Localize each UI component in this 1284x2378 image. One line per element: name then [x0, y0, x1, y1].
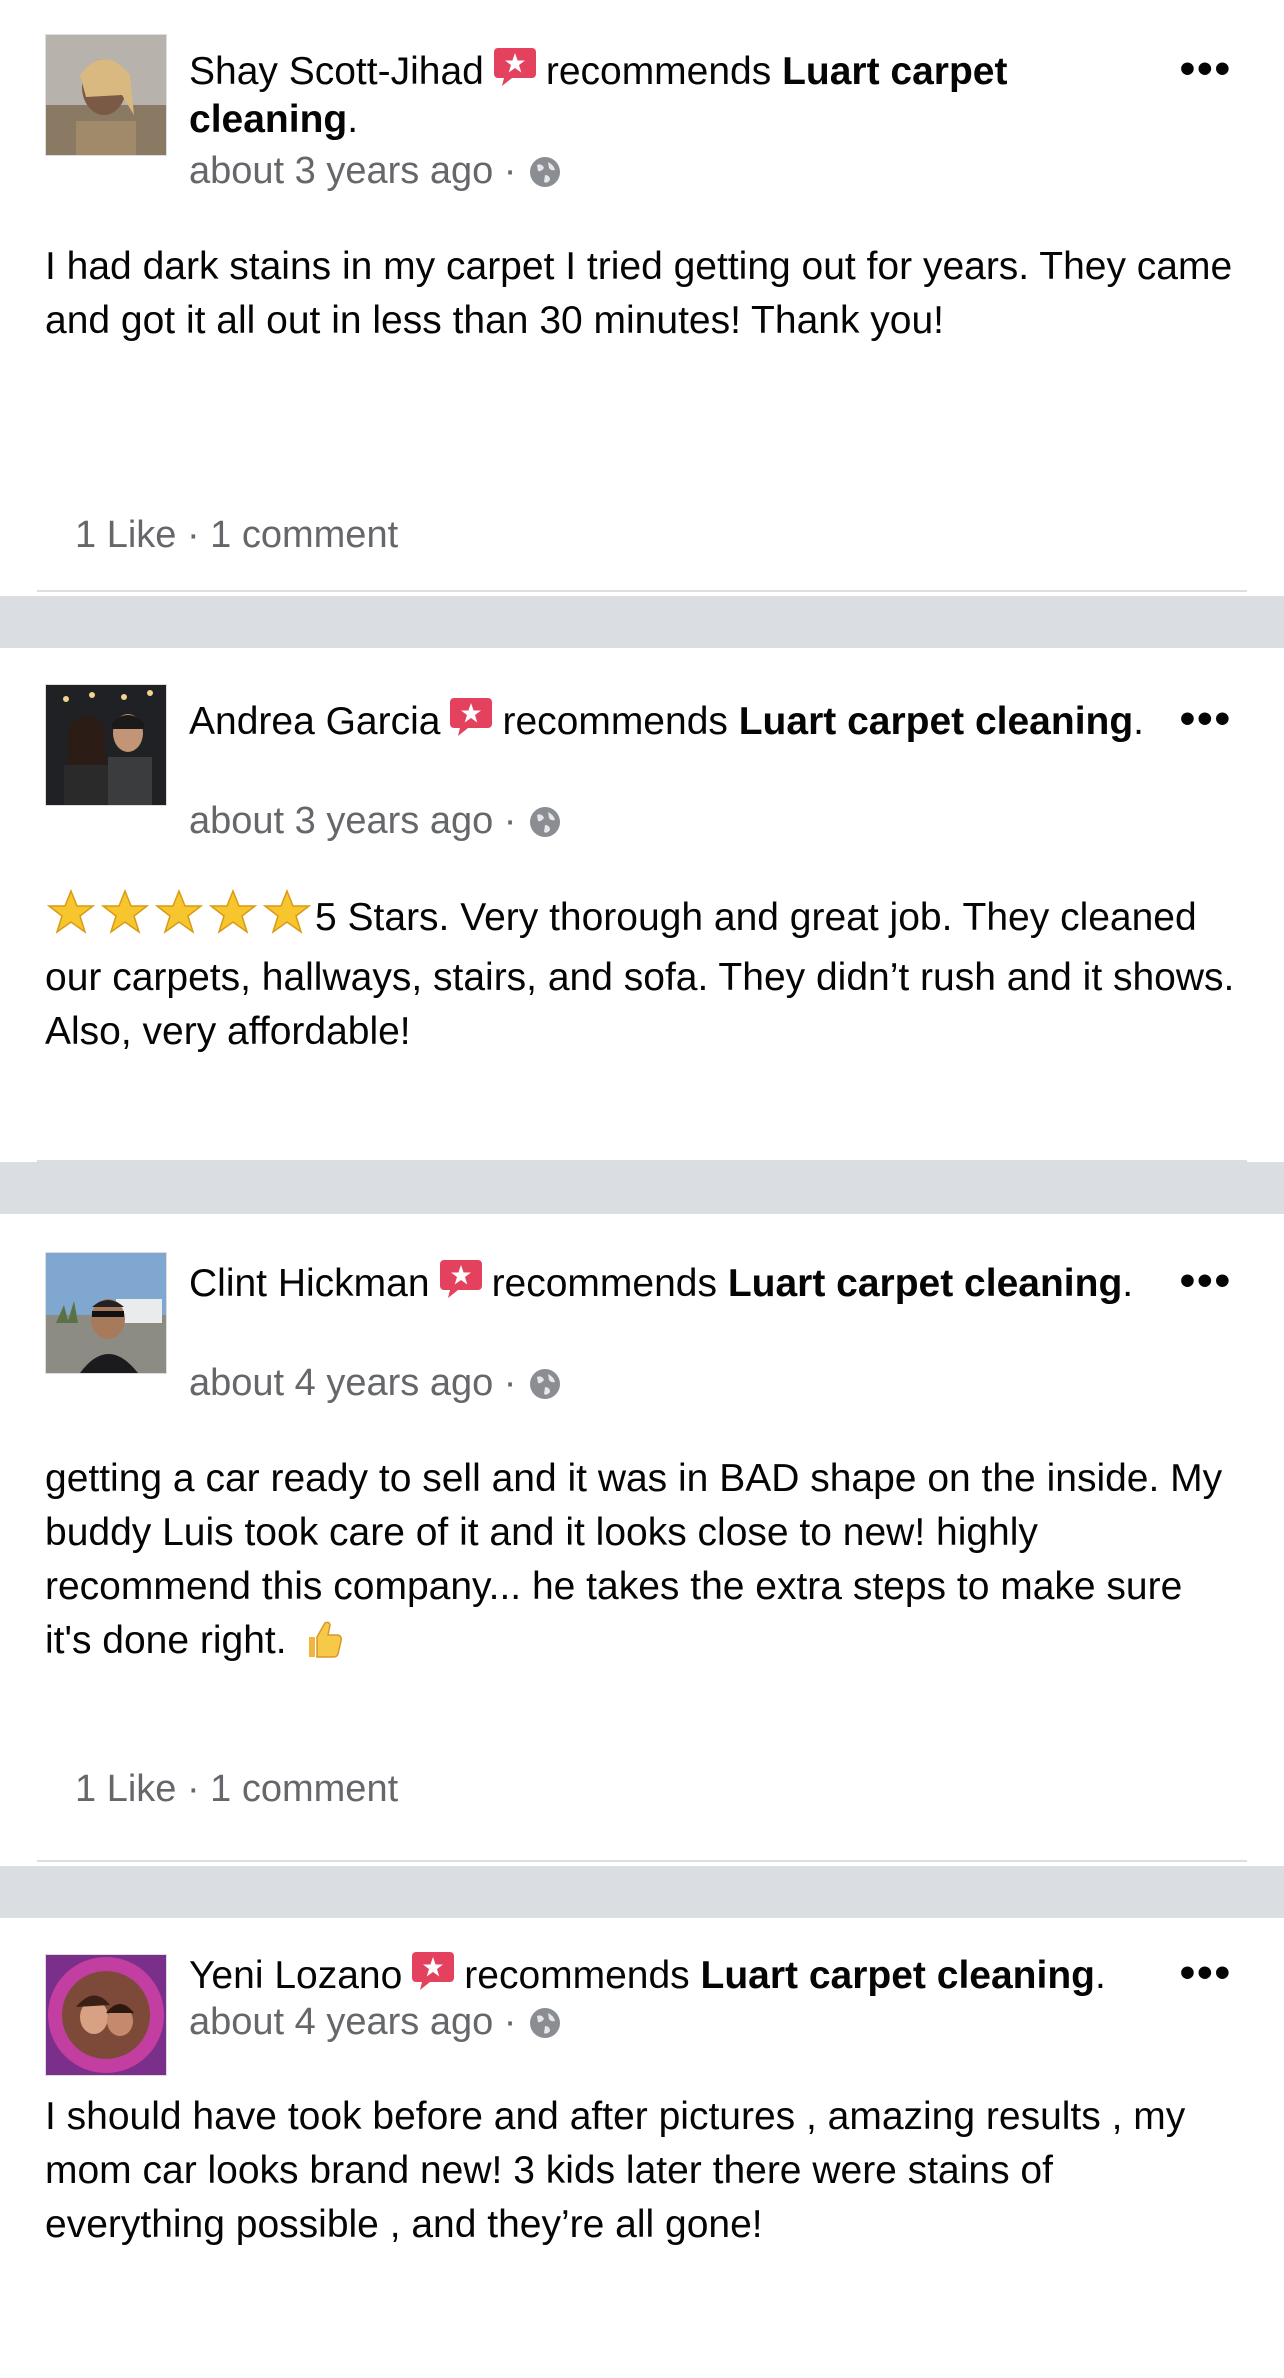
- timestamp[interactable]: about 3 years ago: [189, 800, 493, 842]
- globe-icon: [528, 1365, 562, 1399]
- recommends-text: recommends: [464, 1954, 690, 1997]
- timestamp[interactable]: about 4 years ago: [189, 2001, 493, 2043]
- reaction-counts[interactable]: 1 Like · 1 comment: [75, 510, 398, 560]
- post-separator: [0, 1866, 1284, 1918]
- recommendation-star-icon: [448, 694, 494, 740]
- star-icon: [100, 888, 150, 934]
- star-icon: [208, 888, 258, 934]
- page-link[interactable]: Luart carpet cleaning: [739, 700, 1133, 743]
- post-card: Clint Hickman recommends Luart carpet cle…: [0, 1214, 1284, 1864]
- meta-dot: ·: [503, 150, 517, 192]
- divider: [37, 590, 1247, 592]
- review-text: getting a car ready to sell and it was i…: [45, 1457, 1223, 1662]
- post-meta: about 3 years ago ·: [189, 797, 562, 845]
- recommendation-star-icon: [410, 1948, 456, 1994]
- post-text: 5 Stars. Very thorough and great job. Th…: [45, 888, 1235, 1059]
- post-separator: [0, 596, 1284, 648]
- punctuation: .: [347, 98, 359, 141]
- star-icon: [46, 888, 96, 934]
- punctuation: .: [1122, 1262, 1134, 1305]
- divider: [37, 1860, 1247, 1862]
- post-header: Andrea Garcia recommends Luart carpet cle…: [189, 694, 1149, 746]
- post-separator: [0, 1162, 1284, 1214]
- meta-dot: ·: [503, 800, 517, 842]
- page-link[interactable]: Luart carpet cleaning: [701, 1954, 1095, 1997]
- post-header: Yeni Lozano recommends Luart carpet clean…: [189, 1948, 1149, 2000]
- recommends-text: recommends: [491, 1262, 717, 1305]
- post-card: Andrea Garcia recommends Luart carpet cle…: [0, 648, 1284, 1162]
- post-meta: about 4 years ago ·: [189, 1998, 562, 2046]
- punctuation: .: [1094, 1954, 1106, 1997]
- post-meta: about 4 years ago ·: [189, 1359, 562, 1407]
- rating-stars: [45, 888, 315, 951]
- post-header: Clint Hickman recommends Luart carpet cle…: [189, 1256, 1149, 1308]
- post-meta: about 3 years ago ·: [189, 147, 562, 195]
- more-options-button[interactable]: •••: [1180, 1257, 1232, 1305]
- reaction-counts[interactable]: 1 Like · 1 comment: [75, 1764, 398, 1814]
- avatar[interactable]: [45, 1954, 167, 2076]
- post-card: Yeni Lozano recommends Luart carpet clean…: [0, 1918, 1284, 2378]
- punctuation: .: [1133, 700, 1145, 743]
- post-text: I should have took before and after pict…: [45, 2095, 1186, 2246]
- recommendation-star-icon: [492, 44, 538, 90]
- timestamp[interactable]: about 4 years ago: [189, 1362, 493, 1404]
- more-options-button[interactable]: •••: [1180, 695, 1232, 743]
- author-name[interactable]: Shay Scott-Jihad: [189, 50, 484, 93]
- recommends-text: recommends: [545, 50, 772, 93]
- avatar[interactable]: [45, 1252, 167, 1374]
- author-name[interactable]: Yeni Lozano: [189, 1954, 402, 1997]
- globe-icon: [528, 153, 562, 187]
- more-options-button[interactable]: •••: [1180, 45, 1232, 93]
- post-text: getting a car ready to sell and it was i…: [45, 1452, 1235, 1676]
- avatar[interactable]: [45, 34, 167, 156]
- globe-icon: [528, 803, 562, 837]
- page-link[interactable]: Luart carpet cleaning: [728, 1262, 1122, 1305]
- author-name[interactable]: Clint Hickman: [189, 1262, 430, 1305]
- star-icon: [262, 888, 312, 934]
- post-card: Shay Scott-Jihad recommends Luart carpet …: [0, 0, 1284, 592]
- thumbs-up-emoji: [301, 1617, 345, 1676]
- author-name[interactable]: Andrea Garcia: [189, 700, 440, 743]
- recommendation-star-icon: [438, 1256, 484, 1302]
- meta-dot: ·: [503, 2001, 517, 2043]
- post-header: Shay Scott-Jihad recommends Luart carpet …: [189, 44, 1149, 144]
- globe-icon: [528, 2004, 562, 2038]
- star-icon: [154, 888, 204, 934]
- recommends-text: recommends: [502, 700, 728, 743]
- avatar[interactable]: [45, 684, 167, 806]
- meta-dot: ·: [503, 1362, 517, 1404]
- post-text: I had dark stains in my carpet I tried g…: [45, 245, 1233, 342]
- more-options-button[interactable]: •••: [1180, 1949, 1232, 1997]
- timestamp[interactable]: about 3 years ago: [189, 150, 493, 192]
